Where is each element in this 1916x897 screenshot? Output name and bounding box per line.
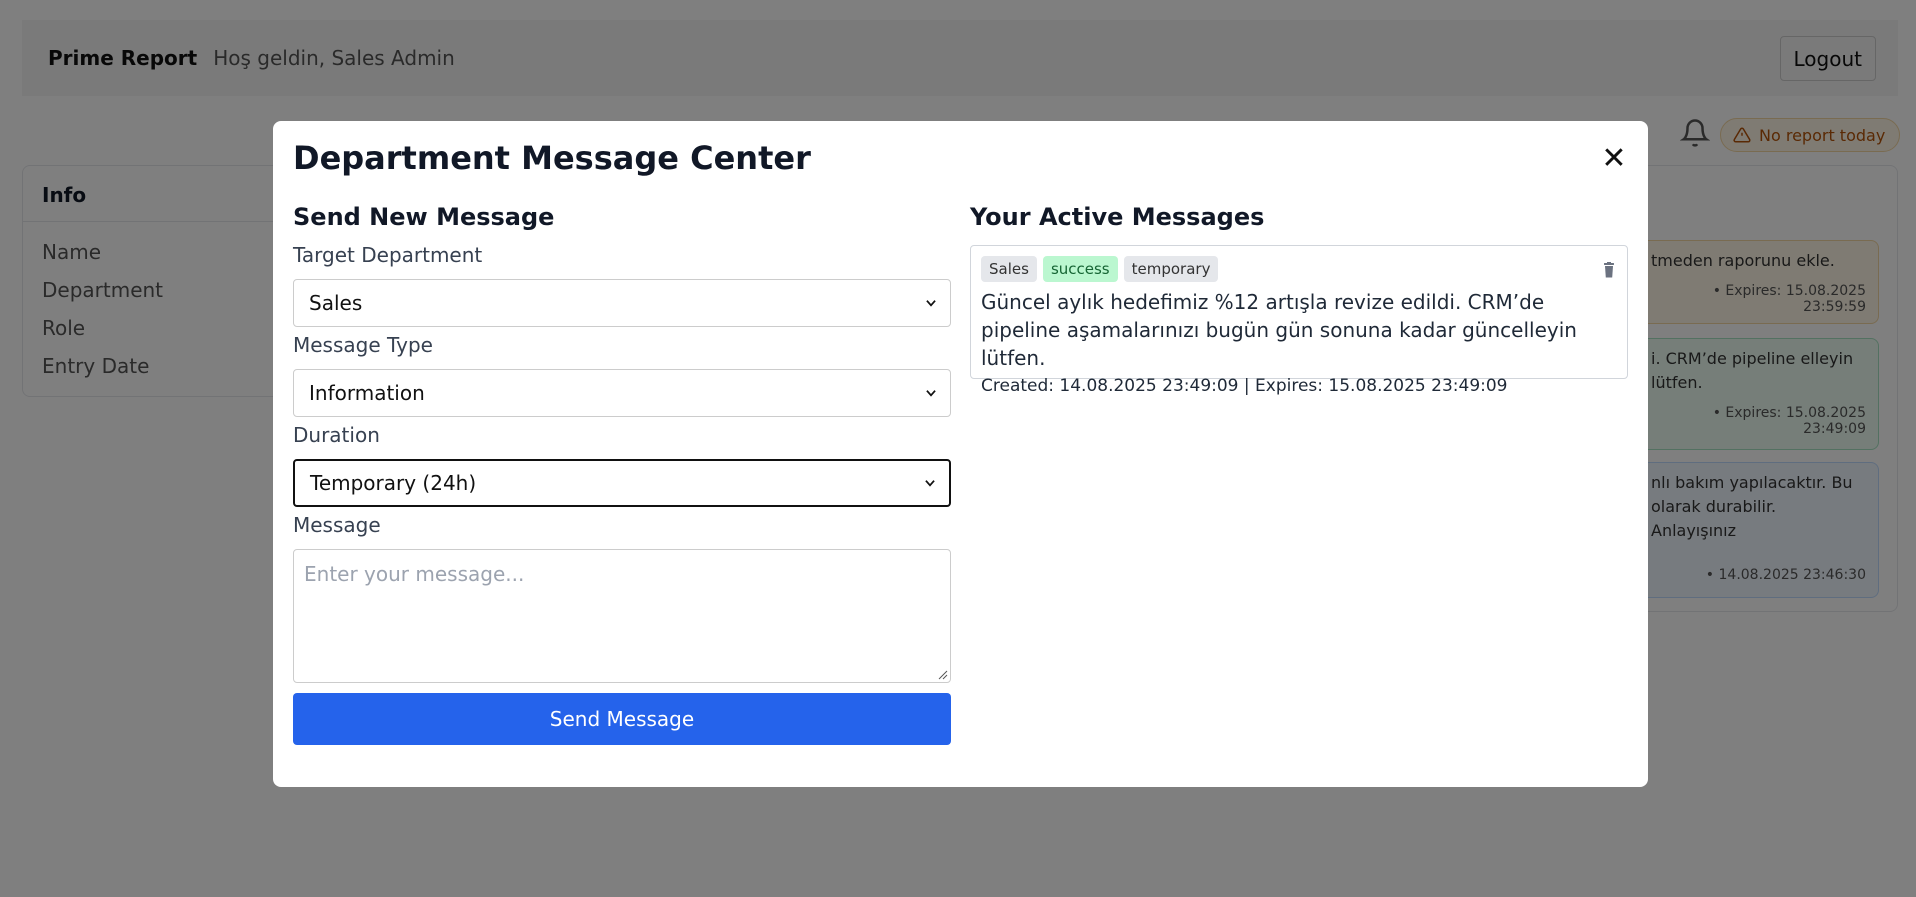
message-type-label: Message Type [293,333,433,357]
target-department-select[interactable]: Sales [293,279,951,327]
target-department-label: Target Department [293,243,483,267]
duration-label: Duration [293,423,380,447]
message-tags: Sales success temporary [981,256,1617,282]
message-type-select[interactable]: Information [293,369,951,417]
active-messages-section: Your Active Messages Sales success tempo… [970,203,1628,396]
chevron-down-icon [926,390,936,397]
active-message-card: Sales success temporary Güncel aylık hed… [970,245,1628,396]
send-message-button[interactable]: Send Message [293,693,951,745]
send-message-section: Send New Message Target Department Sales… [293,203,951,745]
duration-tag: temporary [1123,256,1219,282]
chevron-down-icon [926,300,936,307]
message-label: Message [293,513,381,537]
message-placeholder: Enter your message... [304,562,525,586]
type-tag: success [1042,256,1118,282]
trash-icon[interactable] [1603,262,1615,278]
message-textarea[interactable]: Enter your message... [293,549,951,683]
active-message-text: Güncel aylık hedefimiz %12 artışla reviz… [981,290,1577,370]
resize-handle-icon[interactable] [938,670,948,680]
modal-title: Department Message Center [293,139,811,177]
active-section-title: Your Active Messages [970,203,1265,231]
active-message-meta: Created: 14.08.2025 23:49:09 | Expires: … [981,376,1508,396]
chevron-down-icon [925,480,935,487]
message-type-value: Information [309,381,425,405]
duration-value: Temporary (24h) [310,471,477,495]
duration-select[interactable]: Temporary (24h) [293,459,951,507]
message-center-modal: Department Message Center ✕ Send New Mes… [273,121,1648,787]
send-section-title: Send New Message [293,203,555,231]
target-department-value: Sales [309,291,363,315]
department-tag: Sales [981,256,1037,282]
close-icon[interactable]: ✕ [1600,144,1628,174]
